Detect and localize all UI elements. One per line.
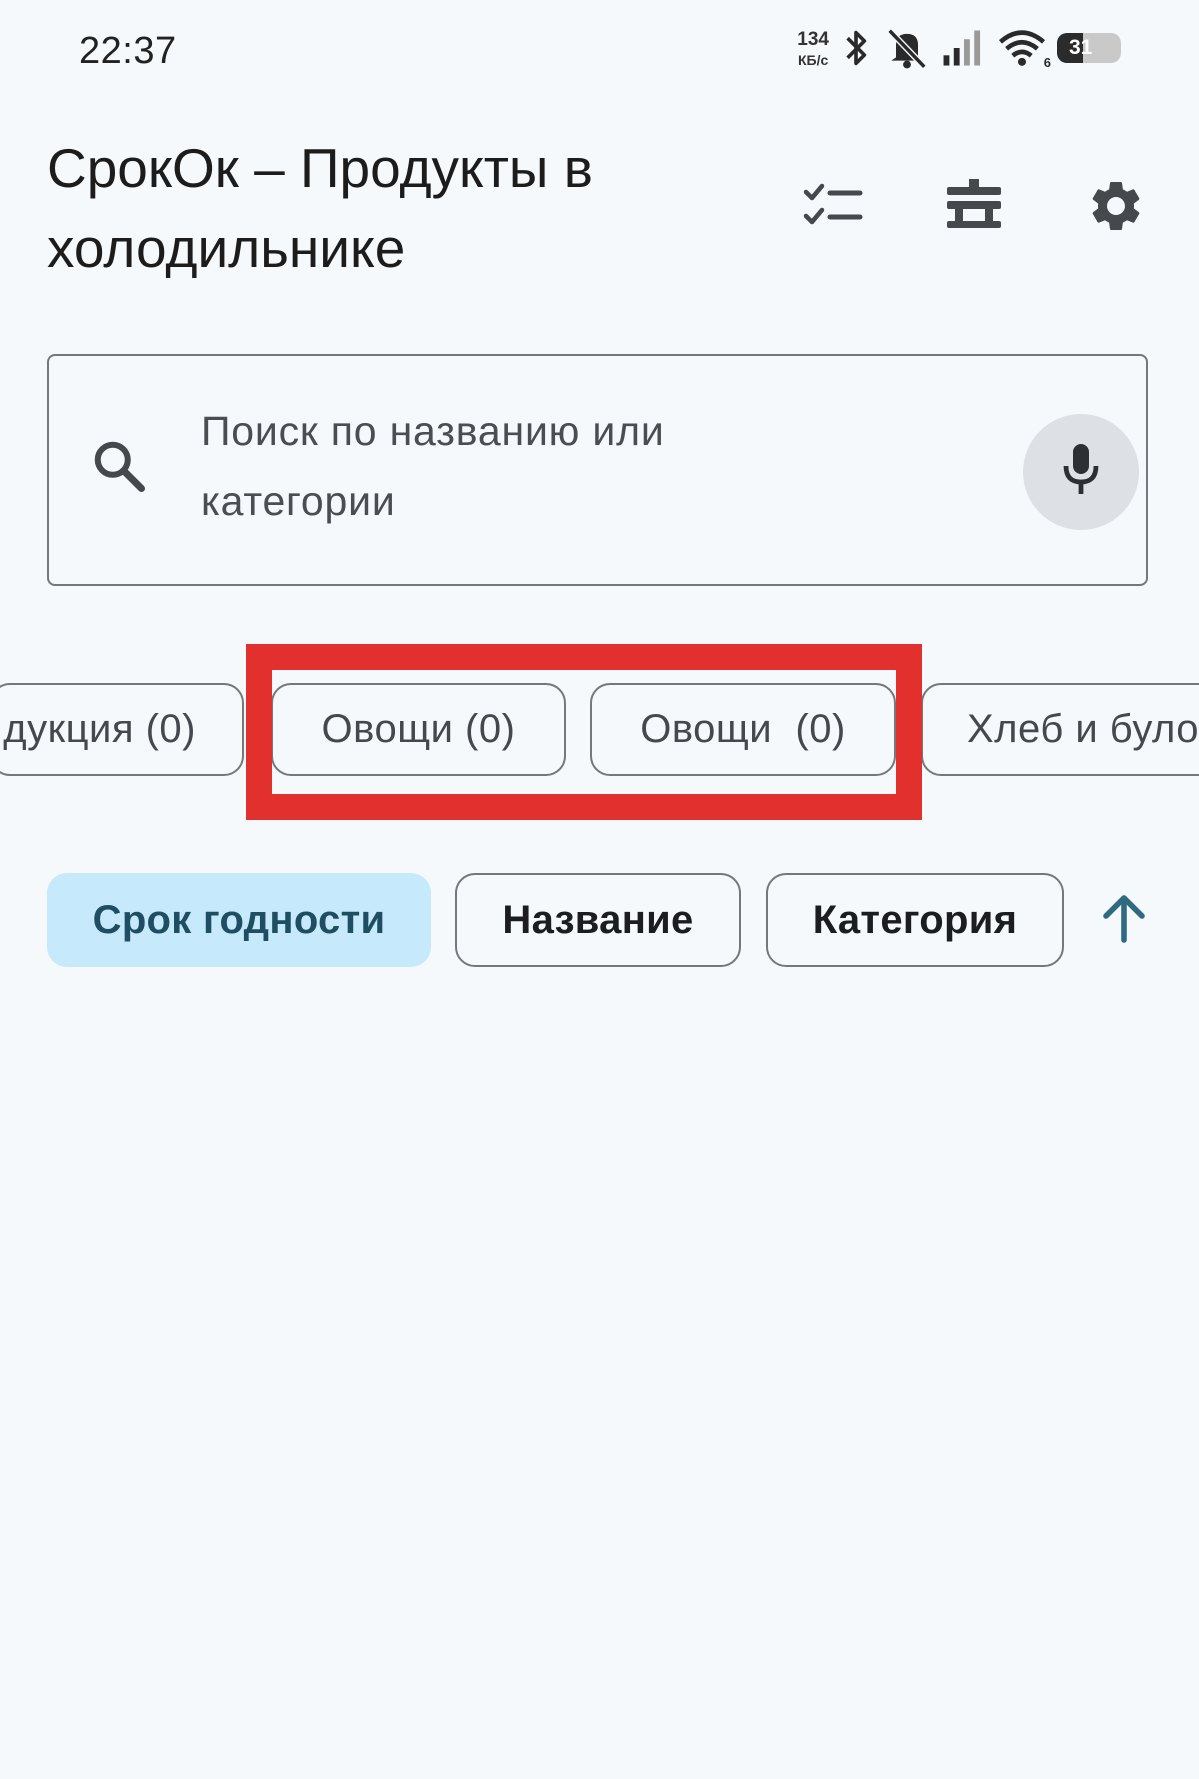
sort-by-expiry-chip[interactable]: Срок годности <box>47 873 431 967</box>
category-chip[interactable]: Хлеб и було <box>921 683 1199 776</box>
notifications-off-icon <box>883 26 931 70</box>
category-chip[interactable]: дукция (0) <box>0 683 244 776</box>
wifi-generation-label: 6 <box>1043 55 1051 70</box>
storage-button[interactable] <box>936 170 1012 246</box>
battery-level: 31 <box>1069 36 1093 59</box>
arrow-up-icon <box>1100 892 1148 949</box>
search-placeholder: Поиск по названию или категории <box>201 408 665 524</box>
checklist-button[interactable] <box>795 170 871 246</box>
wifi-icon: 6 <box>997 28 1051 70</box>
status-icons: 134 КБ/с 6 31 <box>797 26 1121 70</box>
checklist-icon <box>802 182 864 235</box>
battery-icon: 31 <box>1057 33 1121 63</box>
bluetooth-icon <box>839 27 873 69</box>
settings-button[interactable] <box>1078 170 1154 246</box>
storage-icon <box>943 177 1005 240</box>
sort-direction-button[interactable] <box>1094 890 1154 950</box>
sort-by-category-chip[interactable]: Категория <box>766 873 1064 967</box>
search-icon <box>89 436 149 501</box>
screen: 22:37 134 КБ/с 6 31 СрокОк – Продукты в … <box>0 0 1199 1779</box>
network-speed: 134 КБ/с <box>797 30 829 67</box>
cellular-signal-icon <box>941 29 987 67</box>
mic-icon <box>1057 440 1105 505</box>
sort-by-name-chip[interactable]: Название <box>455 873 741 967</box>
settings-icon <box>1086 176 1146 241</box>
network-speed-unit: КБ/с <box>798 51 829 68</box>
voice-search-button[interactable] <box>1023 414 1139 530</box>
highlight-box <box>246 644 922 820</box>
search-field[interactable]: Поиск по названию или категории <box>47 354 1148 586</box>
network-speed-value: 134 <box>797 28 829 50</box>
app-title: СрокОк – Продукты в холодильнике <box>47 137 593 279</box>
status-time: 22:37 <box>79 30 177 72</box>
